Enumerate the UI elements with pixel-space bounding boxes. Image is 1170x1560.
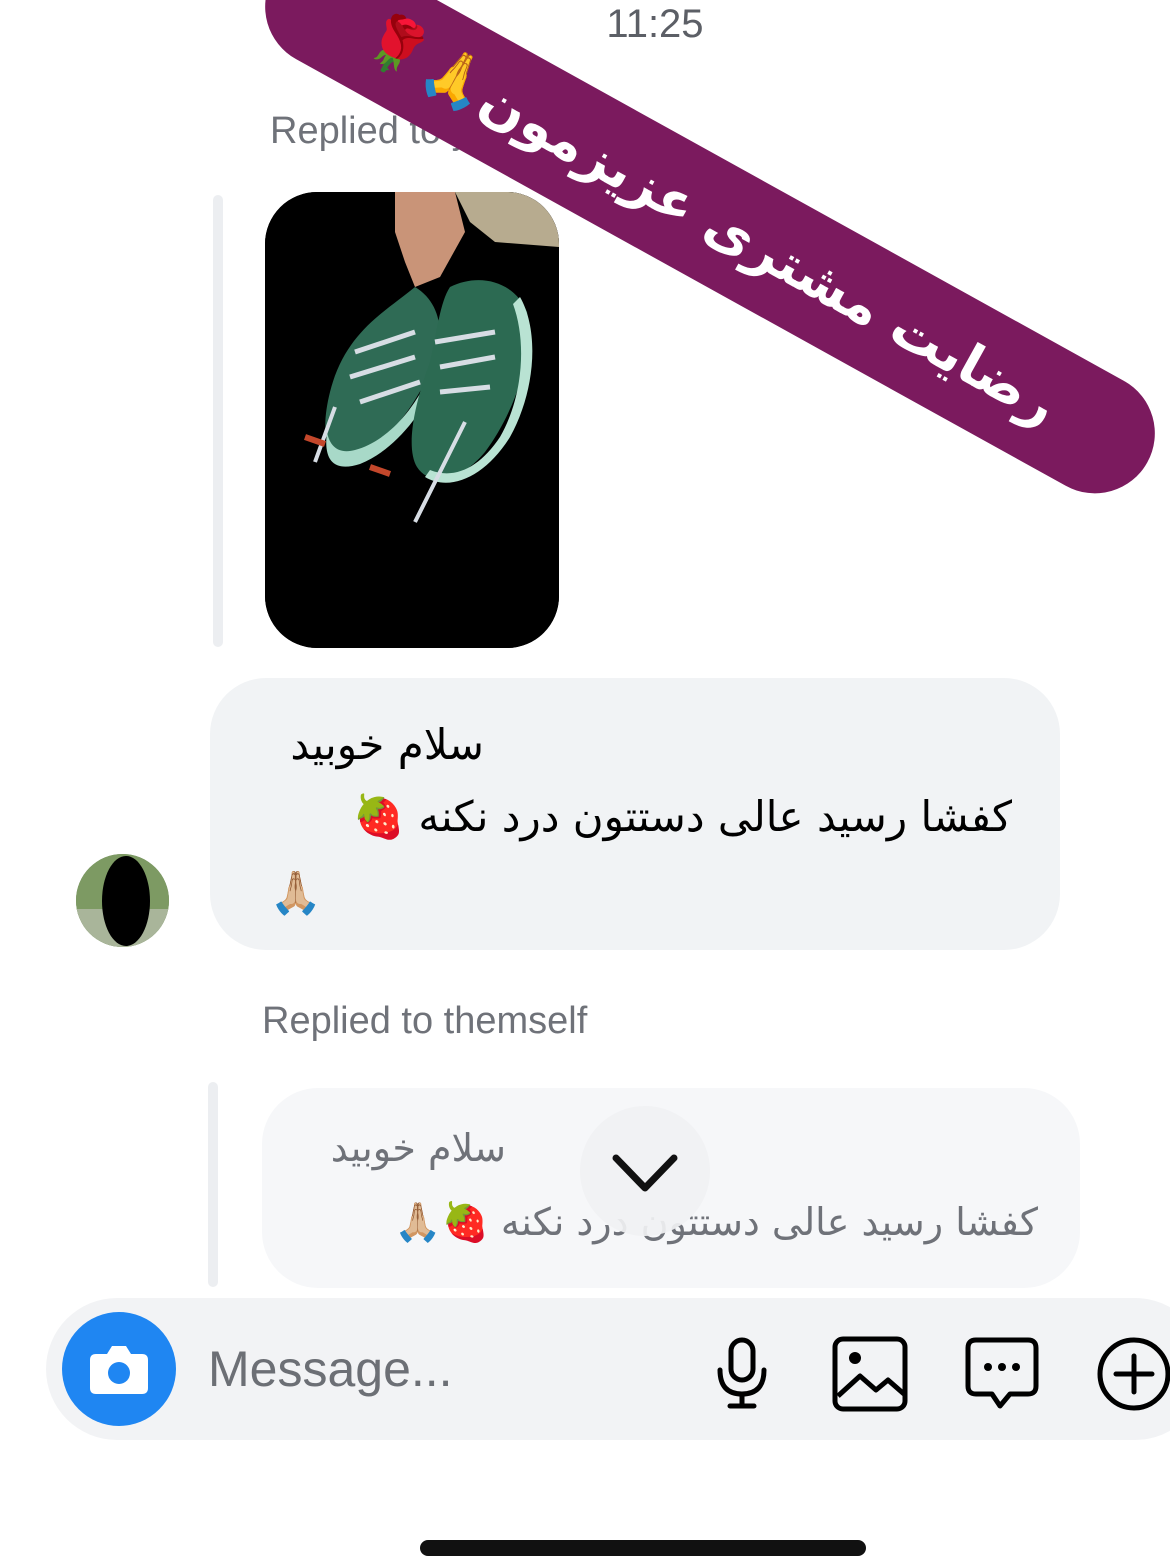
message-composer (46, 1298, 1170, 1440)
gallery-button[interactable] (830, 1334, 910, 1414)
reply-thread-line (208, 1082, 218, 1287)
message-line-1: سلام خوبید (290, 720, 484, 769)
message-bubble[interactable]: سلام خوبید کفشا رسید عالی دستتون درد نکن… (210, 678, 1060, 950)
replied-to-themself-label: Replied to themself (262, 1000, 588, 1042)
reply-thread-line (213, 195, 223, 647)
sticker-button[interactable] (962, 1334, 1042, 1414)
microphone-button[interactable] (702, 1334, 782, 1414)
plus-icon (1097, 1337, 1170, 1411)
camera-button[interactable] (62, 1312, 176, 1426)
message-input[interactable] (206, 1328, 650, 1410)
quoted-line-1: سلام خوبید (330, 1126, 506, 1170)
message-line-2: کفشا رسید عالی دستتون درد نکنه 🍓 (352, 792, 1012, 841)
microphone-icon (717, 1337, 767, 1409)
sticker-chat-icon (965, 1337, 1039, 1409)
sender-avatar[interactable] (76, 854, 169, 947)
more-button[interactable] (1094, 1334, 1170, 1414)
avatar-icon (76, 854, 169, 947)
status-time: 11:25 (606, 2, 704, 46)
shared-sneaker-photo[interactable] (265, 192, 559, 648)
message-line-3: 🙏🏼 (269, 868, 322, 917)
image-icon (832, 1336, 908, 1412)
scroll-to-bottom-button[interactable] (580, 1106, 710, 1236)
quoted-line-2: کفشا رسید عالی دستتون درد نکنه 🍓🙏🏼 (394, 1200, 1038, 1244)
sneaker-photo-icon (265, 192, 559, 648)
camera-icon (90, 1346, 148, 1394)
home-indicator (420, 1540, 866, 1556)
chevron-down-icon (612, 1154, 678, 1192)
